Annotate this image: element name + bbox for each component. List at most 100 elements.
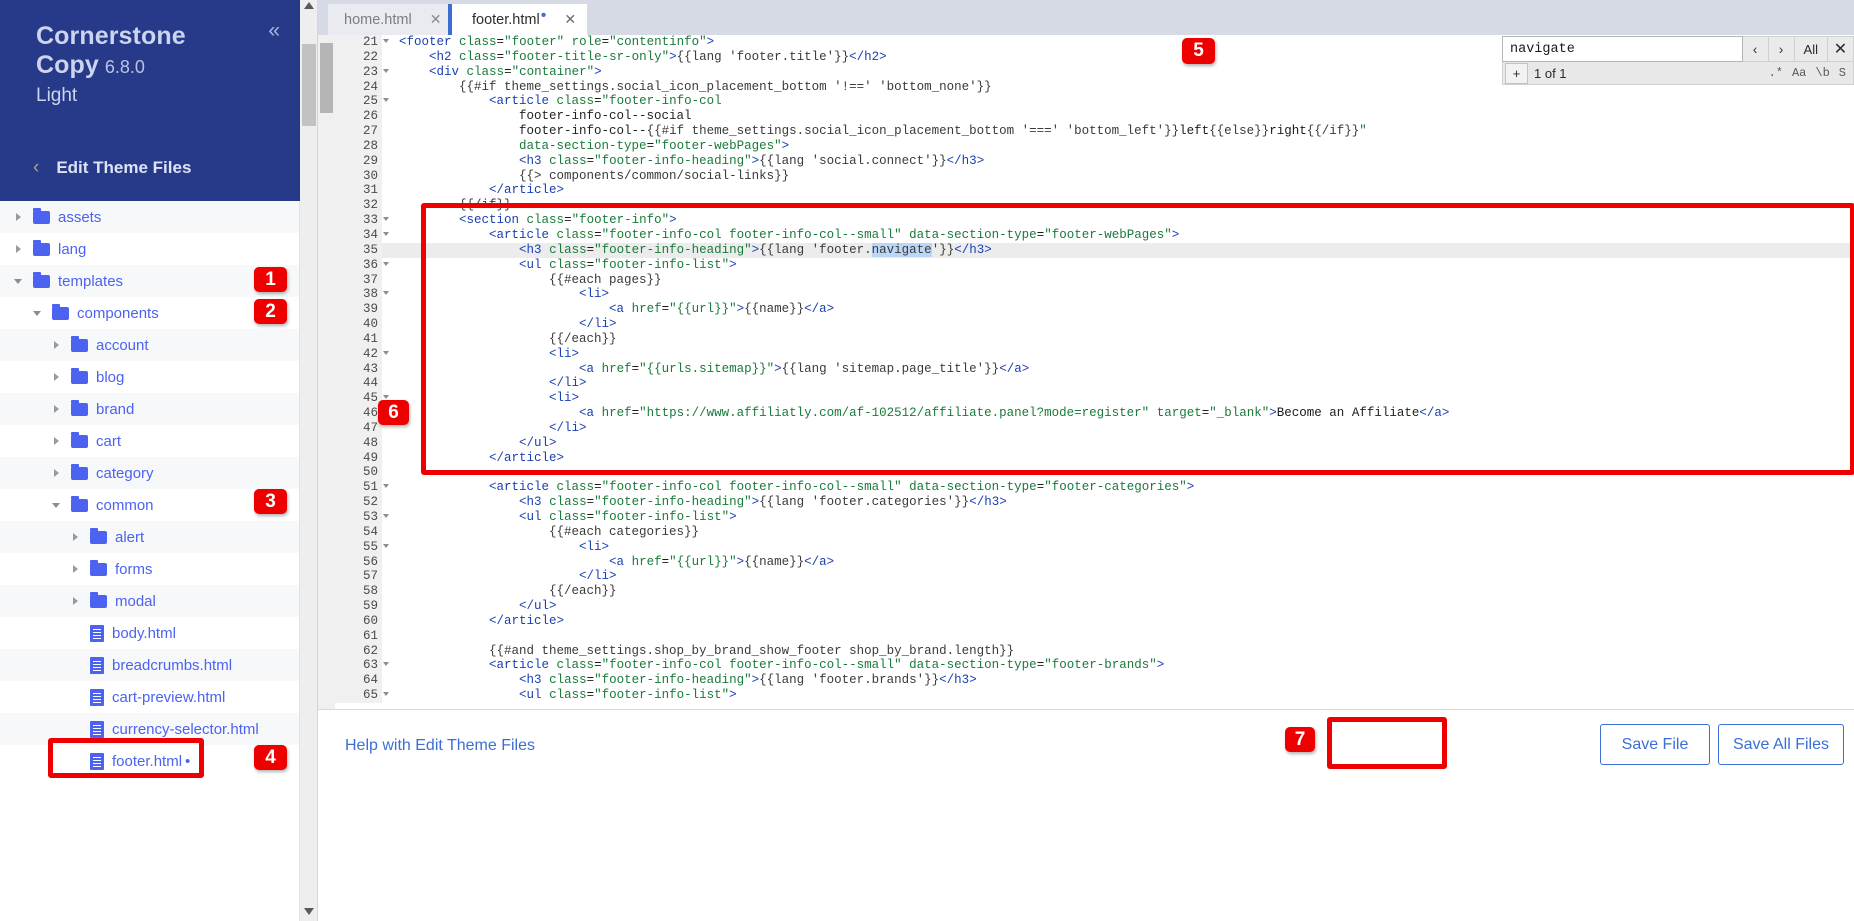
chevron-right-icon[interactable] — [52, 468, 62, 478]
code-line[interactable]: 43 <a href="{{urls.sitemap}}">{{lang 'si… — [335, 361, 1854, 377]
tree-item-cart[interactable]: cart — [0, 425, 299, 457]
find-panel[interactable]: ‹ › All ✕ + 1 of 1 .* Aa \b S — [1502, 36, 1854, 85]
scroll-up-arrow-icon[interactable] — [304, 2, 314, 9]
code-line[interactable]: 55 <li> — [335, 539, 1854, 555]
code-line[interactable]: 57 </li> — [335, 569, 1854, 585]
chevron-right-icon[interactable] — [71, 532, 81, 542]
code-line[interactable]: 51 <article class="footer-info-col foote… — [335, 480, 1854, 496]
code-line[interactable]: 36 <ul class="footer-info-list"> — [335, 257, 1854, 273]
code-line[interactable]: 34 <article class="footer-info-col foote… — [335, 227, 1854, 243]
code-line[interactable]: 38 <li> — [335, 287, 1854, 303]
code-line[interactable]: 50 — [335, 465, 1854, 481]
tree-item-account[interactable]: account — [0, 329, 299, 361]
fold-toggle-icon[interactable] — [383, 395, 389, 400]
code-line[interactable]: 40 </li> — [335, 317, 1854, 332]
code-line[interactable]: 44 </li> — [335, 376, 1854, 392]
find-previous-icon[interactable]: ‹ — [1742, 36, 1769, 62]
tree-item-body-html[interactable]: body.html — [0, 617, 299, 649]
code-line[interactable]: 63 <article class="footer-info-col foote… — [335, 658, 1854, 674]
fold-toggle-icon[interactable] — [383, 291, 389, 296]
chevron-right-icon[interactable] — [14, 212, 24, 222]
chevron-down-icon[interactable] — [52, 500, 62, 510]
code-line[interactable]: 52 <h3 class="footer-info-heading">{{lan… — [335, 495, 1854, 510]
chevron-right-icon[interactable] — [14, 244, 24, 254]
code-line[interactable]: 61 — [335, 628, 1854, 644]
chevron-right-icon[interactable] — [52, 372, 62, 382]
fold-toggle-icon[interactable] — [383, 98, 389, 103]
code-line[interactable]: 48 </ul> — [335, 435, 1854, 451]
code-line[interactable]: 42 <li> — [335, 346, 1854, 362]
code-line[interactable]: 64 <h3 class="footer-info-heading">{{lan… — [335, 673, 1854, 689]
regex-toggle[interactable]: .* — [1769, 66, 1783, 80]
fold-toggle-icon[interactable] — [383, 217, 389, 222]
find-all-button[interactable]: All — [1794, 36, 1828, 62]
tab-home-html[interactable]: home.html ✕ — [328, 4, 453, 35]
chevron-right-icon[interactable] — [52, 340, 62, 350]
tree-item-alert[interactable]: alert — [0, 521, 299, 553]
code-lines-container[interactable]: 21 <footer class="footer" role="contentin… — [335, 35, 1854, 709]
code-line[interactable]: 65 <ul class="footer-info-list"> — [335, 688, 1854, 703]
close-icon[interactable]: ✕ — [564, 11, 576, 28]
whole-word-toggle[interactable]: \b — [1815, 66, 1829, 80]
fold-toggle-icon[interactable] — [383, 261, 389, 266]
editor-scroll-thumb[interactable] — [320, 43, 333, 113]
code-line[interactable]: 59 </ul> — [335, 599, 1854, 614]
tree-item-blog[interactable]: blog — [0, 361, 299, 393]
help-link[interactable]: Help with Edit Theme Files — [345, 737, 535, 755]
fold-toggle-icon[interactable] — [383, 484, 389, 489]
code-line[interactable]: 45 <li> — [335, 391, 1854, 407]
expand-search-button[interactable]: + — [1505, 62, 1528, 84]
chevron-left-icon[interactable]: ‹ — [33, 157, 39, 179]
editor-scrollbar[interactable] — [318, 35, 335, 709]
fold-toggle-icon[interactable] — [383, 514, 389, 518]
code-line[interactable]: 49 </article> — [335, 450, 1854, 466]
fold-toggle-icon[interactable] — [383, 231, 389, 236]
code-line[interactable]: 60 </article> — [335, 613, 1854, 629]
tree-item-cart-preview-html[interactable]: cart-preview.html — [0, 681, 299, 713]
fold-toggle-icon[interactable] — [383, 543, 389, 548]
tree-item-lang[interactable]: lang — [0, 233, 299, 265]
chevron-right-icon[interactable] — [52, 404, 62, 414]
page-scrollbar[interactable] — [300, 0, 318, 921]
in-selection-toggle[interactable]: S — [1839, 66, 1846, 80]
code-line[interactable]: 58 {{/each}} — [335, 584, 1854, 600]
code-line[interactable]: 29 <h3 class="footer-info-heading">{{lan… — [335, 153, 1854, 169]
double-chevron-left-icon[interactable]: « — [268, 20, 280, 41]
code-line[interactable]: 39 <a href="{{url}}">{{name}}</a> — [335, 302, 1854, 318]
code-line[interactable]: 31 </article> — [335, 183, 1854, 199]
fold-toggle-icon[interactable] — [383, 39, 389, 43]
code-line[interactable]: 37 {{#each pages}} — [335, 272, 1854, 288]
save-file-button[interactable]: Save File — [1600, 724, 1710, 765]
code-line[interactable]: 30 {{> components/common/social-links}} — [335, 168, 1854, 184]
tree-item-currency-selector-html[interactable]: currency-selector.html — [0, 713, 299, 745]
code-line[interactable]: 25 <article class="footer-info-col — [335, 94, 1854, 110]
search-input[interactable] — [1502, 36, 1743, 62]
tree-item-breadcrumbs-html[interactable]: breadcrumbs.html — [0, 649, 299, 681]
code-line[interactable]: 41 {{/each}} — [335, 331, 1854, 347]
fold-toggle-icon[interactable] — [383, 68, 389, 73]
code-line[interactable]: 33 <section class="footer-info"> — [335, 213, 1854, 228]
chevron-right-icon[interactable] — [71, 564, 81, 574]
save-all-files-button[interactable]: Save All Files — [1718, 724, 1844, 765]
code-line[interactable]: 62 {{#and theme_settings.shop_by_brand_s… — [335, 643, 1854, 659]
tree-item-assets[interactable]: assets — [0, 201, 299, 233]
close-icon[interactable]: ✕ — [1828, 36, 1854, 62]
tree-item-forms[interactable]: forms — [0, 553, 299, 585]
fold-toggle-icon[interactable] — [383, 350, 389, 355]
code-line[interactable]: 47 </li> — [335, 420, 1854, 436]
code-line[interactable]: 35 <h3 class="footer-info-heading">{{lan… — [335, 242, 1854, 258]
code-line[interactable]: 53 <ul class="footer-info-list"> — [335, 510, 1854, 525]
code-line[interactable]: 26 footer-info-col--social — [335, 109, 1854, 125]
chevron-right-icon[interactable] — [71, 596, 81, 606]
tree-item-brand[interactable]: brand — [0, 393, 299, 425]
tree-item-modal[interactable]: modal — [0, 585, 299, 617]
chevron-down-icon[interactable] — [14, 276, 24, 286]
scroll-thumb[interactable] — [302, 44, 316, 126]
match-case-toggle[interactable]: Aa — [1792, 66, 1806, 80]
code-editor[interactable]: 21 <footer class="footer" role="contentin… — [318, 35, 1854, 709]
find-next-icon[interactable]: › — [1768, 36, 1795, 62]
scroll-down-arrow-icon[interactable] — [304, 908, 314, 915]
chevron-right-icon[interactable] — [52, 436, 62, 446]
tab-footer-html[interactable]: footer.html • ✕ — [448, 4, 588, 35]
code-line[interactable]: 28 data-section-type="footer-webPages"> — [335, 138, 1854, 154]
